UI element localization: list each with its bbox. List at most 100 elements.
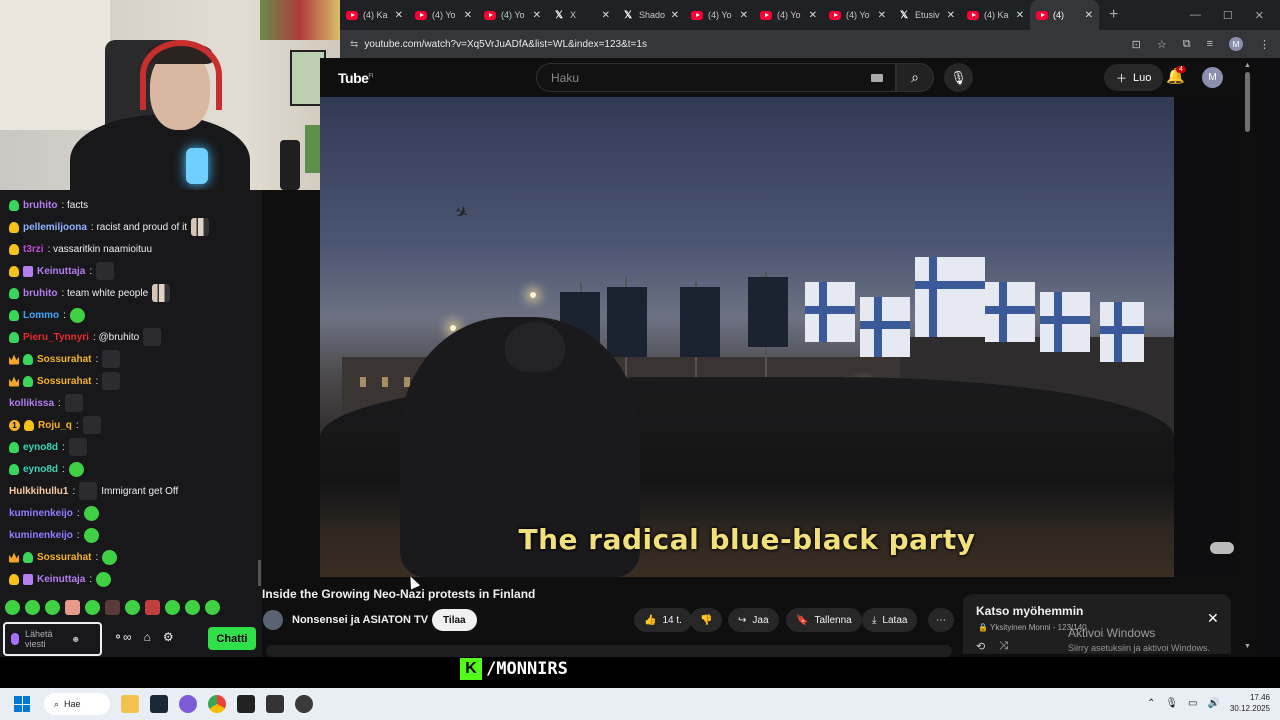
channel-name[interactable]: Nonsensei ja ASIATON TV [292,614,428,626]
chat-emote[interactable] [102,549,118,565]
chat-badge-icon[interactable] [9,441,19,453]
emote[interactable] [125,600,140,615]
scroll-down-icon[interactable]: ▼ [1244,643,1251,650]
chat-username[interactable]: kollikissa [9,398,54,409]
scroll-up-icon[interactable]: ▲ [1244,62,1251,69]
search-input[interactable]: Haku [536,63,896,92]
page-scrollbar[interactable] [1242,62,1254,652]
volume-icon[interactable]: 🔊 [1208,698,1220,709]
browser-tab[interactable]: (4) Yo ✕ [478,0,547,30]
browser-tab[interactable]: 𝕏 Shado ✕ [616,0,685,30]
chat-emote[interactable] [68,461,84,477]
chat-badge-icon[interactable] [9,552,19,563]
url-field[interactable]: youtube.com/watch?v=Xq5VrJuADfA&list=WL&… [364,39,1131,50]
playlist-title[interactable]: Katso myöhemmin [976,604,1083,618]
new-tab-button[interactable]: + [1099,6,1128,24]
chat-username[interactable]: Sossurahat [37,552,91,563]
chat-badge-icon[interactable] [23,375,33,387]
browser-tab[interactable]: 𝕏 Etusiv ✕ [892,0,961,30]
scrollbar-thumb[interactable] [1245,72,1250,132]
description-box[interactable] [266,645,952,657]
gear-icon[interactable]: ⚙ [163,630,174,644]
emote[interactable] [65,600,80,615]
chat-message-input[interactable]: Lähetä viesti ☻ [3,622,102,656]
subscribe-button[interactable]: Tilaa [432,609,477,631]
chat-badge-icon[interactable] [9,265,19,277]
browser-tab[interactable]: (4) Yo ✕ [754,0,823,30]
maximize-icon[interactable]: ☐ [1223,9,1233,22]
account-avatar[interactable]: M [1202,67,1223,88]
obs-icon[interactable] [295,695,313,713]
tab-close-icon[interactable]: ✕ [809,10,817,21]
like-button[interactable]: 👍 14 t. [634,608,692,632]
loop-icon[interactable]: ⟲ [976,640,985,653]
chat-badge-icon[interactable] [23,353,33,365]
chat-emote[interactable] [102,350,121,368]
chat-badge-icon[interactable] [9,573,19,585]
chat-username[interactable]: t3rzi [23,244,44,255]
x-app-icon[interactable] [237,695,255,713]
chat-emote[interactable] [68,438,87,456]
menu-icon[interactable]: ⋮ [1259,38,1270,51]
clock[interactable]: 17.46 30.12.2025 [1230,692,1270,714]
emote[interactable] [25,600,40,615]
file-explorer-icon[interactable] [121,695,139,713]
channel-avatar[interactable] [263,610,283,630]
chat-emote[interactable] [79,482,98,500]
search-button[interactable]: ⌕ [896,63,934,92]
chat-username[interactable]: Keinuttaja [37,574,85,585]
browser-tab[interactable]: (4) ✕ [1030,0,1099,30]
chat-badge-icon[interactable] [9,221,19,233]
profile-avatar[interactable]: M [1229,37,1243,51]
send-chat-button[interactable]: Chatti [208,627,256,650]
chat-username[interactable]: Roju_q [38,420,72,431]
steam-icon[interactable] [150,695,168,713]
create-button[interactable]: ＋ Luo [1104,64,1164,91]
tab-close-icon[interactable]: ✕ [740,10,748,21]
emote[interactable] [145,600,160,615]
chat-username[interactable]: Sossurahat [37,354,91,365]
download-button[interactable]: ⤓ Lataa [862,608,918,632]
bookmark-star-icon[interactable]: ☆ [1157,38,1167,51]
tab-close-icon[interactable]: ✕ [671,10,679,21]
chat-emote[interactable] [96,571,112,587]
chat-emote[interactable] [152,284,171,302]
chat-emote[interactable] [83,505,99,521]
chat-username[interactable]: pellemiljoona [23,222,87,233]
discord-icon[interactable] [179,695,197,713]
emote[interactable] [85,600,100,615]
chat-emote[interactable] [191,218,210,236]
tab-close-icon[interactable]: ✕ [533,10,541,21]
chat-emote[interactable] [83,527,99,543]
shuffle-icon[interactable]: ⤨ [999,640,1008,653]
browser-tab[interactable]: (4) Yo ✕ [823,0,892,30]
chat-badge-icon[interactable] [9,309,19,321]
extensions-icon[interactable]: ⧉ [1183,38,1191,51]
tab-close-icon[interactable]: ✕ [464,10,472,21]
chat-username[interactable]: Keinuttaja [37,266,85,277]
tab-close-icon[interactable]: ✕ [947,10,955,21]
chat-badge-icon[interactable] [9,376,19,387]
chat-badge-icon[interactable] [9,331,19,343]
chat-badge-icon[interactable] [9,199,19,211]
store-icon[interactable]: ⌂ [144,630,151,644]
emote[interactable] [205,600,220,615]
taskbar-search[interactable]: ⌕ Hae [44,693,110,715]
chat-username[interactable]: Hulkkihullu1 [9,486,68,497]
emote[interactable] [105,600,120,615]
tab-close-icon[interactable]: ✕ [878,10,886,21]
browser-tab[interactable]: (4) Ka ✕ [961,0,1030,30]
emote[interactable] [5,600,20,615]
youtube-logo[interactable]: TubeFI [338,70,373,86]
site-info-icon[interactable]: ⇆ [350,39,358,50]
browser-tab[interactable]: 𝕏 X ✕ [547,0,616,30]
chat-badge-icon[interactable] [9,243,19,255]
keyboard-icon[interactable] [871,74,883,82]
close-icon[interactable]: ✕ [1207,610,1219,627]
tab-close-icon[interactable]: ✕ [1085,10,1093,21]
share-button[interactable]: ↪ Jaa [728,608,779,632]
chat-badge-icon[interactable] [24,419,34,431]
voice-search-button[interactable]: 🎙 [944,63,973,92]
chat-username[interactable]: bruhito [23,200,57,211]
cast-icon[interactable]: ⊡ [1132,38,1141,51]
